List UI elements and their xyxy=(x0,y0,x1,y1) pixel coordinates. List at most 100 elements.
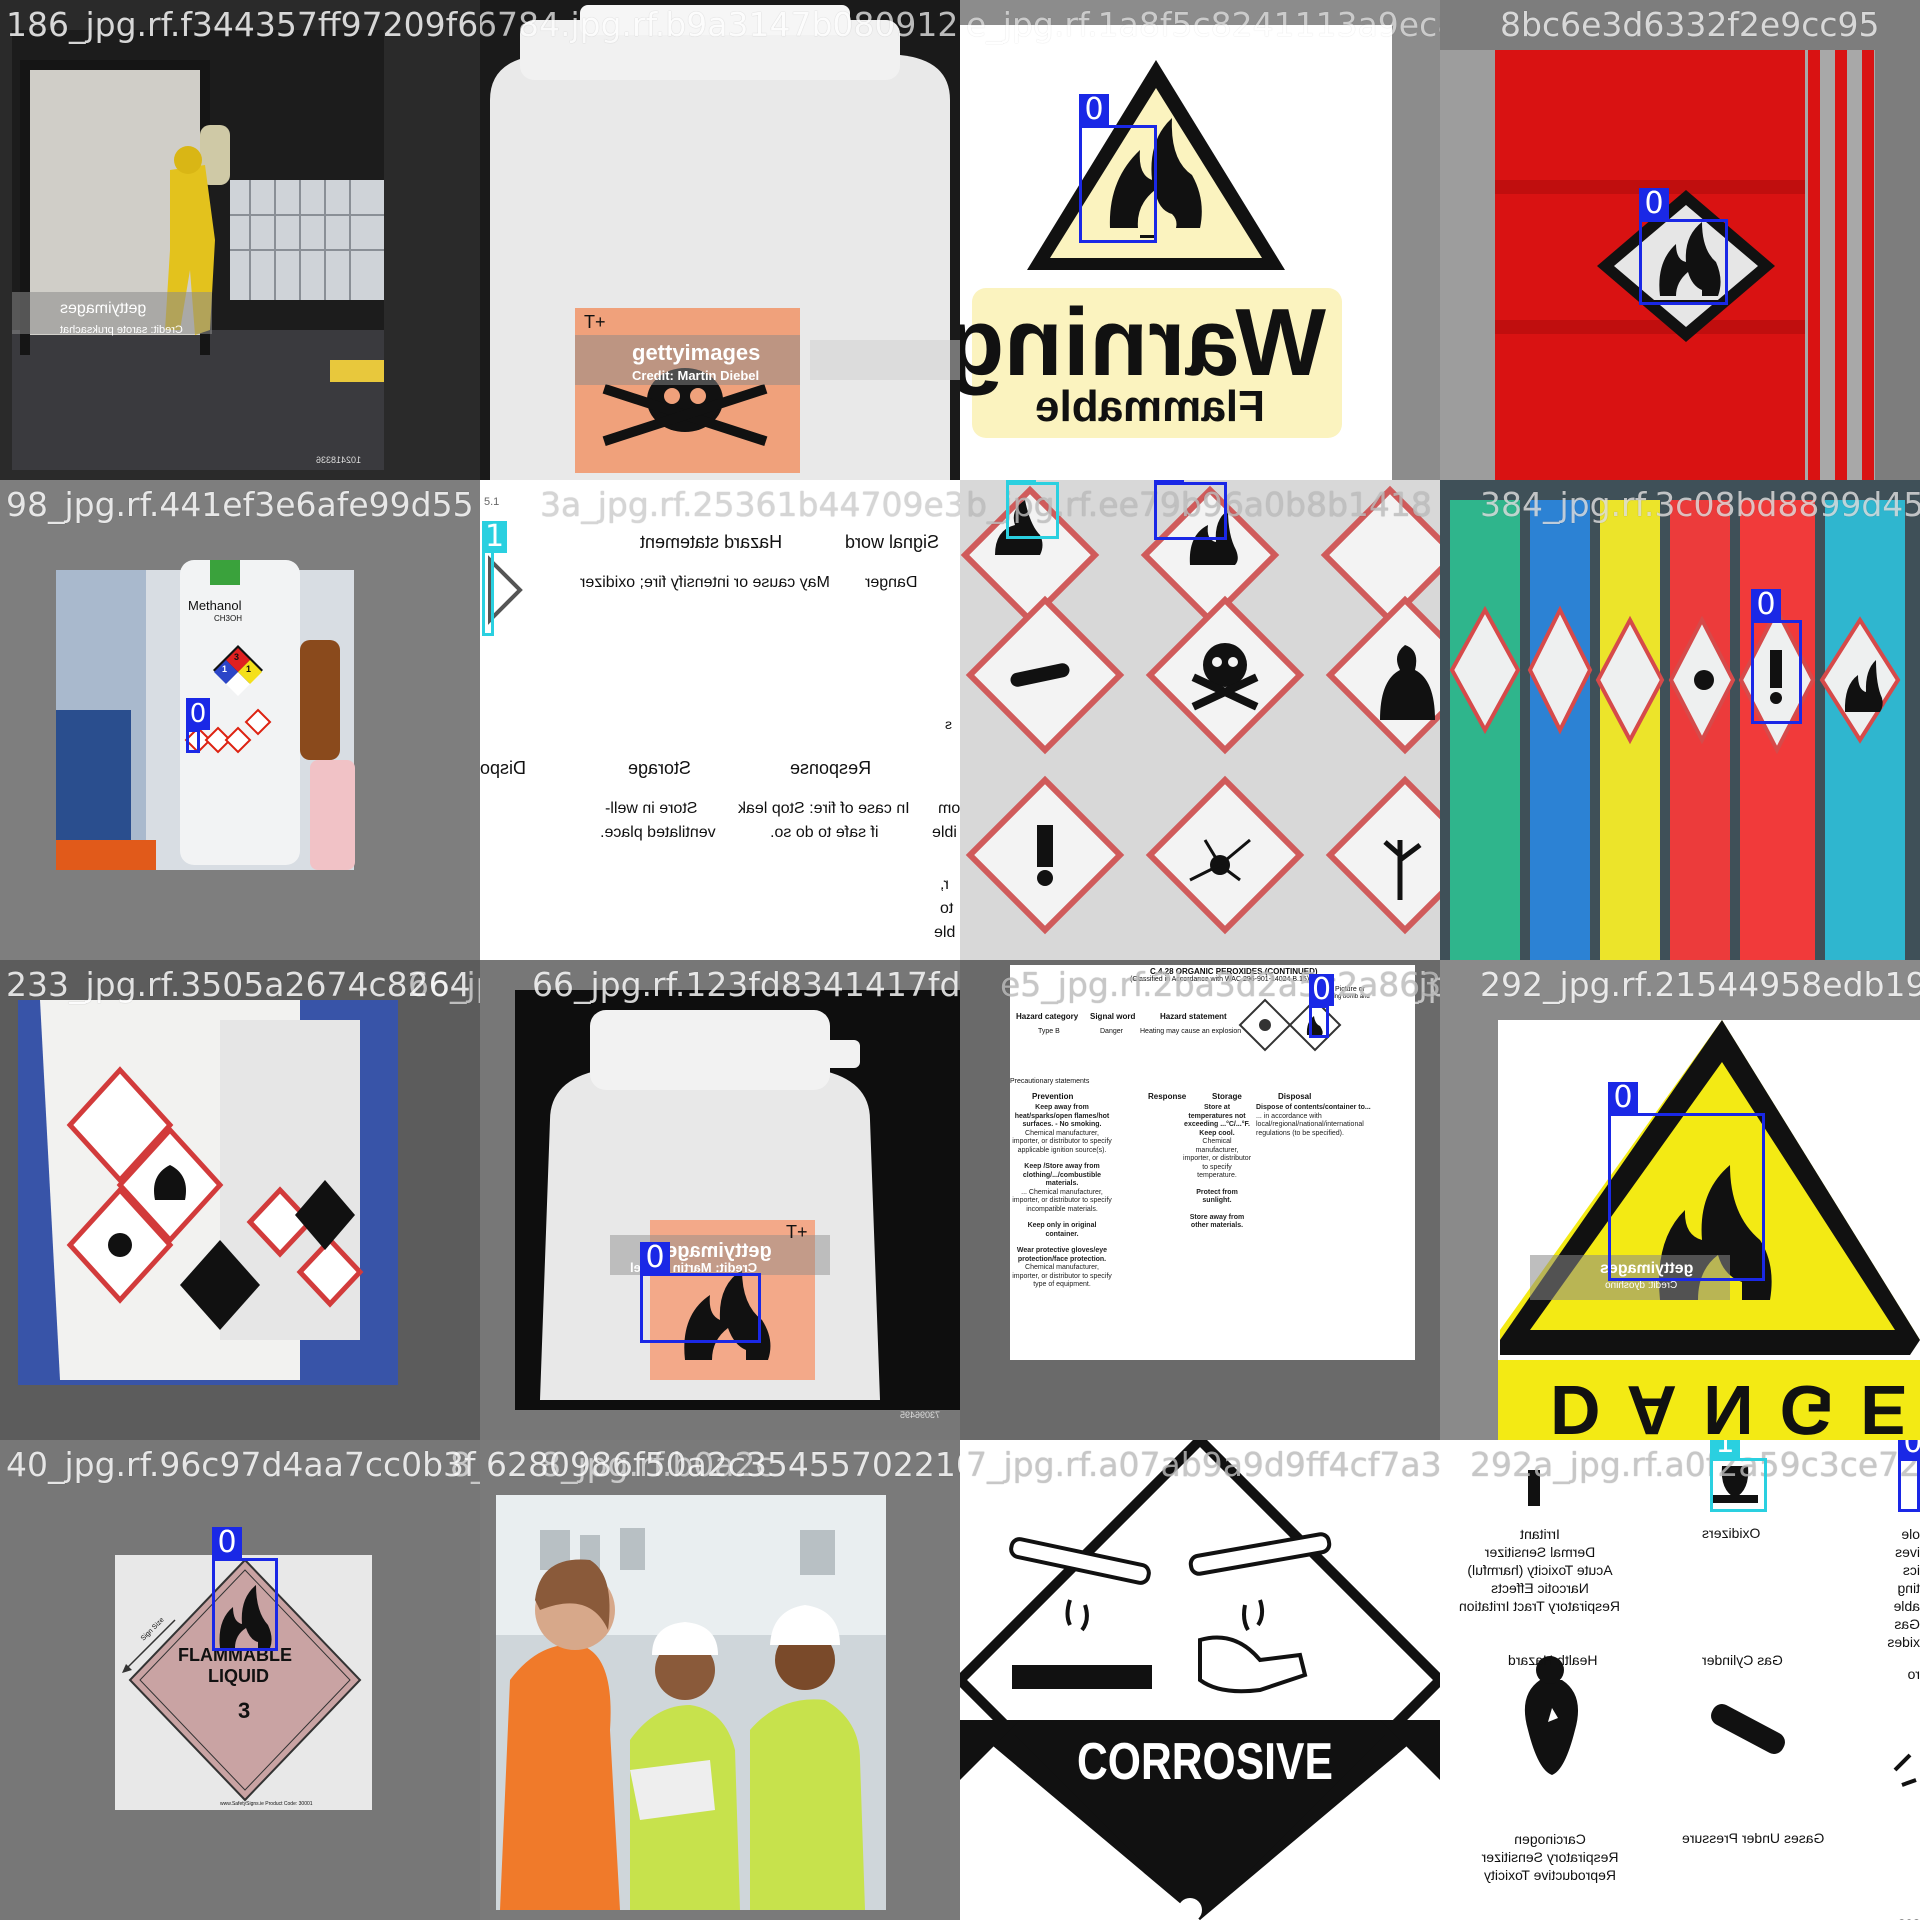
nfpa-flammability: 1 xyxy=(222,664,228,674)
hazard-class-number: 3 xyxy=(238,1698,251,1723)
class-label: 1 xyxy=(1006,480,1036,483)
edge-text-1: om xyxy=(938,800,960,817)
prevention-list: Keep away from heat/sparks/open flames/h… xyxy=(1012,1104,1112,1290)
column-disposal: Dispo xyxy=(480,758,527,778)
class-label: 0 xyxy=(1751,589,1781,621)
edge-text-3: s xyxy=(945,716,952,732)
class-label: 0 xyxy=(1079,94,1109,126)
detection-box: 0 xyxy=(212,1527,278,1651)
response-line-1: In case of fire: Stop leak xyxy=(738,800,910,817)
val-signal-word: Danger xyxy=(1100,1028,1123,1035)
right-edge-text: ole ives ics ting able Gas xides ro ses xyxy=(1887,1525,1920,1920)
tile-blue-drum-labels: 233_jpg.rf.3505a2674c8264 66_jpg.rf.123f… xyxy=(0,960,480,1440)
edge-text-5: to xyxy=(940,900,954,917)
value-hazard-statement: May cause or intensify fire; oxidizer xyxy=(580,574,830,591)
tile-danger-triangle: gettyimages Credit: dyoshino DANGER 0 29… xyxy=(1440,960,1920,1440)
hazard-code-label: T+ xyxy=(584,312,606,332)
class-label: 0 xyxy=(1309,974,1335,1006)
storage-item: Keep cool. xyxy=(1199,1129,1235,1137)
storage-item: Store at temperatures not exceeding ...°… xyxy=(1184,1104,1250,1128)
legend-gases-under-pressure: Gases Under Pressure xyxy=(1682,1830,1825,1846)
col-signal-word: Signal word xyxy=(1090,1012,1136,1021)
tile-red-drum: 0 8bc6e3d6332f2e9cc95 xyxy=(1440,0,1920,480)
storage-line-2: ventilated place. xyxy=(600,824,716,841)
detection-box: 0 xyxy=(1079,94,1157,243)
col-hazard-statement: Hazard statement xyxy=(1160,1012,1227,1021)
edge-text-2: ible xyxy=(932,824,957,841)
value-signal-word: Danger xyxy=(865,574,918,591)
doc-title: C.4.28 ORGANIC PEROXIDES (CONTINUED) xyxy=(1150,967,1318,976)
tile-flammable-liquid: FLAMMABLE LIQUID 3 Sign Size www.SafetyS… xyxy=(0,1440,480,1920)
tile-test-tubes: 0 384_jpg.rf.3c08bd8899d456d6e xyxy=(1440,480,1920,960)
legend-text: Narcotic Effects xyxy=(1491,1580,1589,1596)
column-response: Response xyxy=(790,758,872,778)
class-label: 0 xyxy=(640,1242,670,1274)
legend-text: able xyxy=(1893,1598,1920,1614)
bottle-formula: CH3OH xyxy=(214,614,243,623)
legend-oxidizers: Oxidizers xyxy=(1702,1525,1761,1541)
detection-box: 0 xyxy=(1309,974,1335,1038)
legend-text: Carcinogen xyxy=(1514,1831,1586,1847)
tile-methanol-bottle: Methanol CH3OH 3 1 1 0 98_jpg.rf.441ef3e… xyxy=(0,480,480,960)
watermark-line-2: Credit: Martin Diebel xyxy=(632,368,760,383)
edge-text-4: r, xyxy=(940,876,949,893)
nfpa-reactivity: 1 xyxy=(246,664,252,674)
legend-health-hazard: Health Hazard xyxy=(1508,1652,1598,1668)
carcinogen-group: Carcinogen Respiratory Sensitizer Reprod… xyxy=(1460,1830,1640,1884)
class-label: 1 xyxy=(1710,1440,1740,1459)
methanol-scene xyxy=(56,560,355,870)
nfpa-health: 3 xyxy=(234,652,240,662)
legend-text: Respiratory Tract Irritation xyxy=(1458,1598,1620,1614)
mosaic-grid: gettyimages Credit: sarote pruksachat 10… xyxy=(0,0,1920,1920)
legend-text: ses xyxy=(1888,1913,1920,1920)
doc-picture-label: Picture or xyxy=(1335,986,1365,993)
detection-box: 0 xyxy=(1751,589,1802,724)
prevention-item: Keep /Store away from clothing/.../combu… xyxy=(1022,1163,1102,1187)
section-number: 5.1 xyxy=(484,496,500,508)
legend-text: Acute Toxicity (harmful) xyxy=(1467,1562,1613,1578)
detection-box: 1 xyxy=(482,521,508,636)
danger-banner: DANGER xyxy=(1550,1371,1920,1440)
storage-item: Protect from sunlight. xyxy=(1196,1188,1238,1205)
tile-white-bottle-skull: T+ gettyimages Credit: Martin Diebel 678… xyxy=(480,0,960,480)
hazmat-scene xyxy=(12,30,384,470)
prevention-item: Keep away from heat/sparks/open flames/h… xyxy=(1014,1104,1110,1128)
col-response: Response xyxy=(1148,1092,1187,1101)
diamond-text-2: LIQUID xyxy=(208,1666,269,1686)
detection-box: 0 xyxy=(1898,1440,1920,1512)
detection-box: 1 xyxy=(1006,480,1059,539)
legend-text: Gas xyxy=(1894,1616,1920,1632)
tile-oxidizer-label: 5.1 Signal word Hazard statement Danger … xyxy=(480,480,960,960)
edge-text-6: ble xyxy=(934,924,956,941)
col-prevention: Prevention xyxy=(1032,1092,1074,1101)
image-code: 73096495 xyxy=(900,1410,941,1420)
legend-text: ro xyxy=(1907,1666,1920,1682)
precautionary-header: Precautionary statements xyxy=(1010,1078,1090,1085)
prevention-item: Chemical manufacturer, importer, or dist… xyxy=(1012,1129,1112,1154)
watermark-line-1: gettyimages xyxy=(632,340,761,365)
bottle-flame-scene xyxy=(515,990,960,1410)
disposal-list: Dispose of contents/container to... ... … xyxy=(1256,1104,1381,1138)
legend-text: Irritant xyxy=(1520,1526,1560,1542)
col-disposal: Disposal xyxy=(1278,1092,1312,1101)
legend-text: Dermal Sensitizer xyxy=(1484,1544,1596,1560)
class-label: 0 xyxy=(1608,1082,1638,1114)
tile-warning-flammable: Warning Flammable 0 e_jpg.rf.1a8f5c82411… xyxy=(960,0,1440,480)
prevention-item: ... Chemical manufacturer, importer, or … xyxy=(1012,1188,1112,1213)
class-label: 0 xyxy=(186,698,210,730)
test-tubes-scene xyxy=(1440,480,1920,960)
response-line-2: if safe to do so. xyxy=(770,824,879,841)
tile-white-bottle-flame: T+ gettyimages Credit: Martin Diebel 730… xyxy=(480,960,960,1440)
corrosive-word: CORROSIVE xyxy=(1077,1733,1333,1791)
header-hazard-statement: Hazard statement xyxy=(640,532,783,552)
val-hazard-category: Type B xyxy=(1038,1028,1060,1035)
disposal-item: ... in accordance with local/regional/na… xyxy=(1256,1112,1364,1137)
val-hazard-statement: Heating may cause an explosion xyxy=(1140,1028,1242,1035)
detection-box: 0 xyxy=(640,1242,761,1343)
class-label: 1 xyxy=(482,521,508,553)
ghs-grid xyxy=(960,485,1440,935)
header-signal-word: Signal word xyxy=(845,532,940,552)
storage-item: Chemical manufacturer, importer, or dist… xyxy=(1182,1138,1252,1179)
legend-text: ives xyxy=(1895,1544,1920,1560)
legend-text: ole xyxy=(1901,1526,1920,1542)
